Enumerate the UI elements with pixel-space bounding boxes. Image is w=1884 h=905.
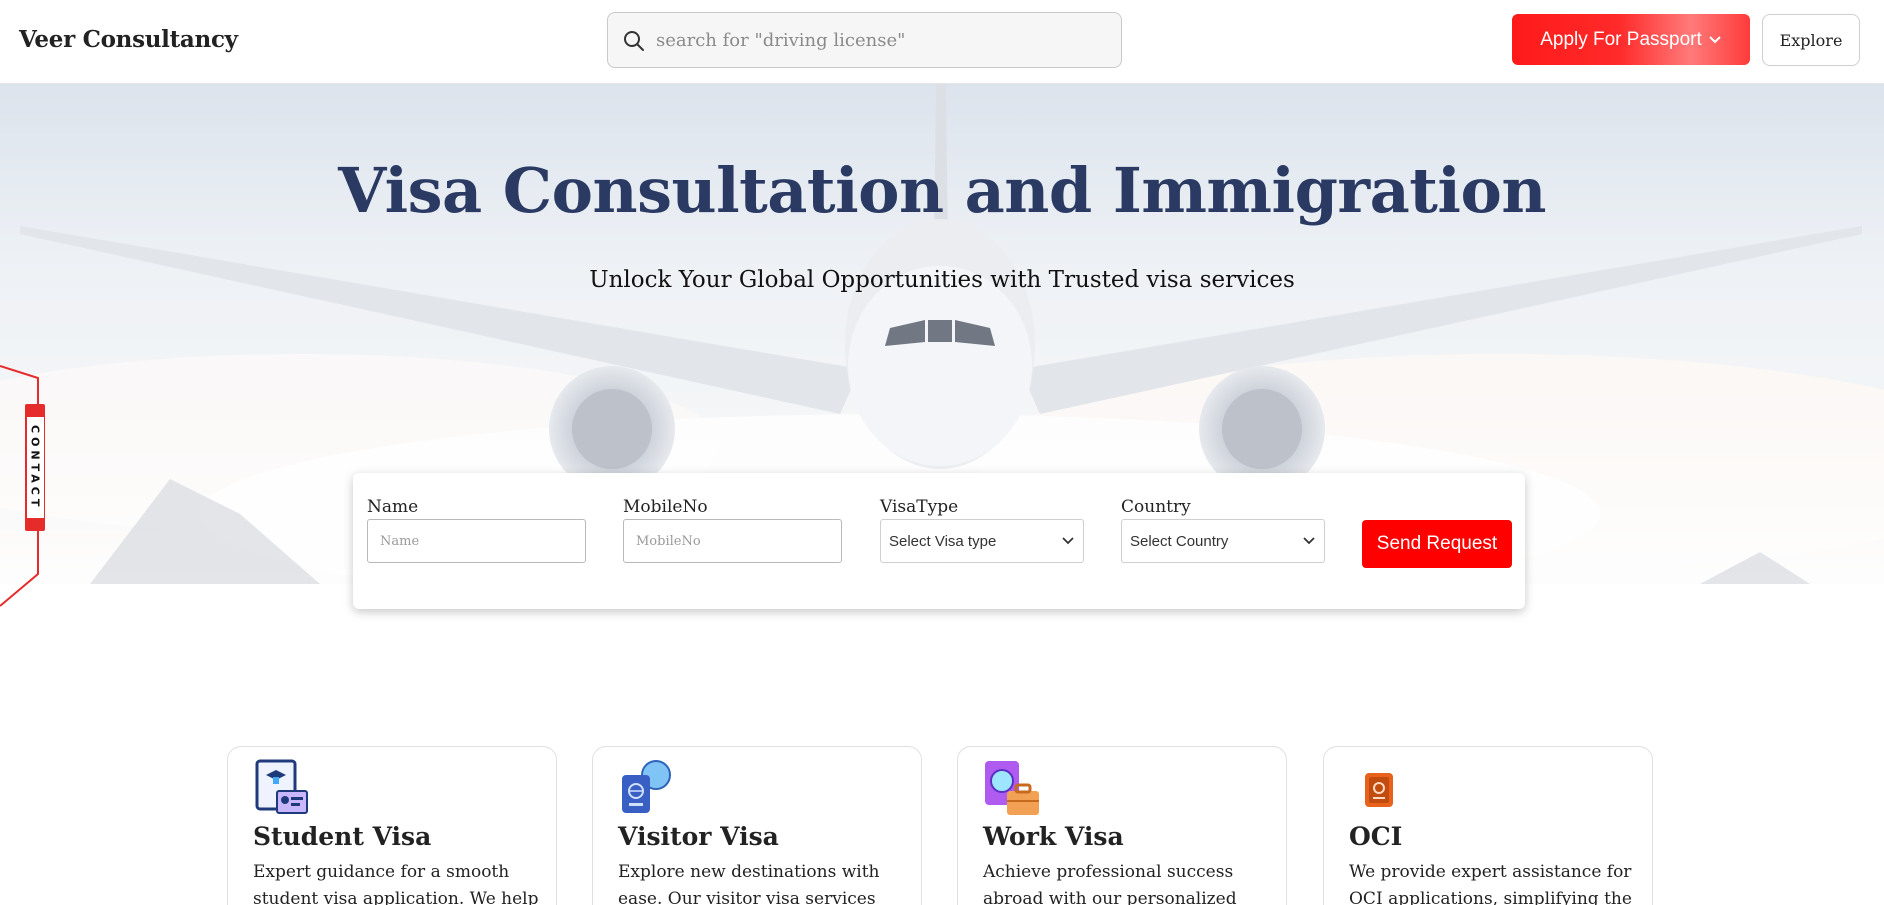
- visitor-visa-passport-icon: [622, 760, 671, 813]
- search-input[interactable]: [656, 23, 1096, 57]
- student-visa-icon: [255, 759, 308, 814]
- visa-request-form: Name MobileNo VisaType Select Visa type …: [353, 473, 1525, 609]
- name-field-group: Name: [367, 497, 586, 563]
- visatype-select[interactable]: Select Visa type: [880, 519, 1084, 563]
- contact-side-tab[interactable]: CONTACT: [25, 404, 45, 531]
- country-select[interactable]: Select Country: [1121, 519, 1325, 563]
- visatype-label: VisaType: [880, 497, 959, 517]
- hero-title: Visa Consultation and Immigration: [338, 154, 1546, 227]
- service-card-title: OCI: [1349, 822, 1403, 851]
- service-card-description: We provide expert assistance for OCI app…: [1349, 862, 1632, 905]
- explore-button[interactable]: Explore: [1762, 14, 1860, 66]
- chevron-down-icon: [1303, 537, 1315, 545]
- country-field-group: Country Select Country: [1121, 497, 1325, 563]
- service-card-student-visa[interactable]: Student Visa Expert guidance for a smoot…: [227, 746, 557, 905]
- search-icon: [624, 31, 644, 51]
- search-box[interactable]: [607, 12, 1122, 68]
- service-card-work-visa[interactable]: Work Visa Achieve professional success a…: [957, 746, 1287, 905]
- service-card-visitor-visa[interactable]: Visitor Visa Explore new destinations wi…: [592, 746, 922, 905]
- name-input[interactable]: [367, 519, 586, 563]
- work-visa-briefcase-icon: [985, 761, 1039, 815]
- send-request-button[interactable]: Send Request: [1362, 520, 1512, 568]
- apply-for-passport-label: Apply For Passport: [1540, 28, 1702, 50]
- chevron-down-icon: [1062, 537, 1074, 545]
- apply-for-passport-button[interactable]: Apply For Passport: [1512, 14, 1750, 65]
- mobile-field-group: MobileNo: [623, 497, 842, 563]
- service-card-title: Student Visa: [253, 822, 432, 851]
- hero-subtitle: Unlock Your Global Opportunities with Tr…: [589, 267, 1295, 293]
- contact-tab-label: CONTACT: [26, 416, 44, 519]
- name-label: Name: [367, 497, 419, 517]
- country-selected-value: Select Country: [1130, 532, 1229, 550]
- service-card-title: Visitor Visa: [618, 822, 779, 851]
- country-label: Country: [1121, 497, 1191, 517]
- service-card-description: Expert guidance for a smooth student vis…: [253, 862, 539, 905]
- oci-passport-icon: [1365, 773, 1393, 807]
- service-card-oci[interactable]: OCI We provide expert assistance for OCI…: [1323, 746, 1653, 905]
- visatype-field-group: VisaType Select Visa type: [880, 497, 1084, 563]
- top-navbar: Veer Consultancy Apply For Passport Expl…: [0, 0, 1884, 84]
- mobile-input[interactable]: [623, 519, 842, 563]
- chevron-down-icon: [1709, 35, 1721, 43]
- service-card-description: Achieve professional success abroad with…: [983, 862, 1237, 905]
- service-card-title: Work Visa: [983, 822, 1124, 851]
- mobile-label: MobileNo: [623, 497, 708, 517]
- visatype-selected-value: Select Visa type: [889, 532, 997, 550]
- service-card-description: Explore new destinations with ease. Our …: [618, 862, 880, 905]
- brand-logo-text[interactable]: Veer Consultancy: [19, 26, 238, 53]
